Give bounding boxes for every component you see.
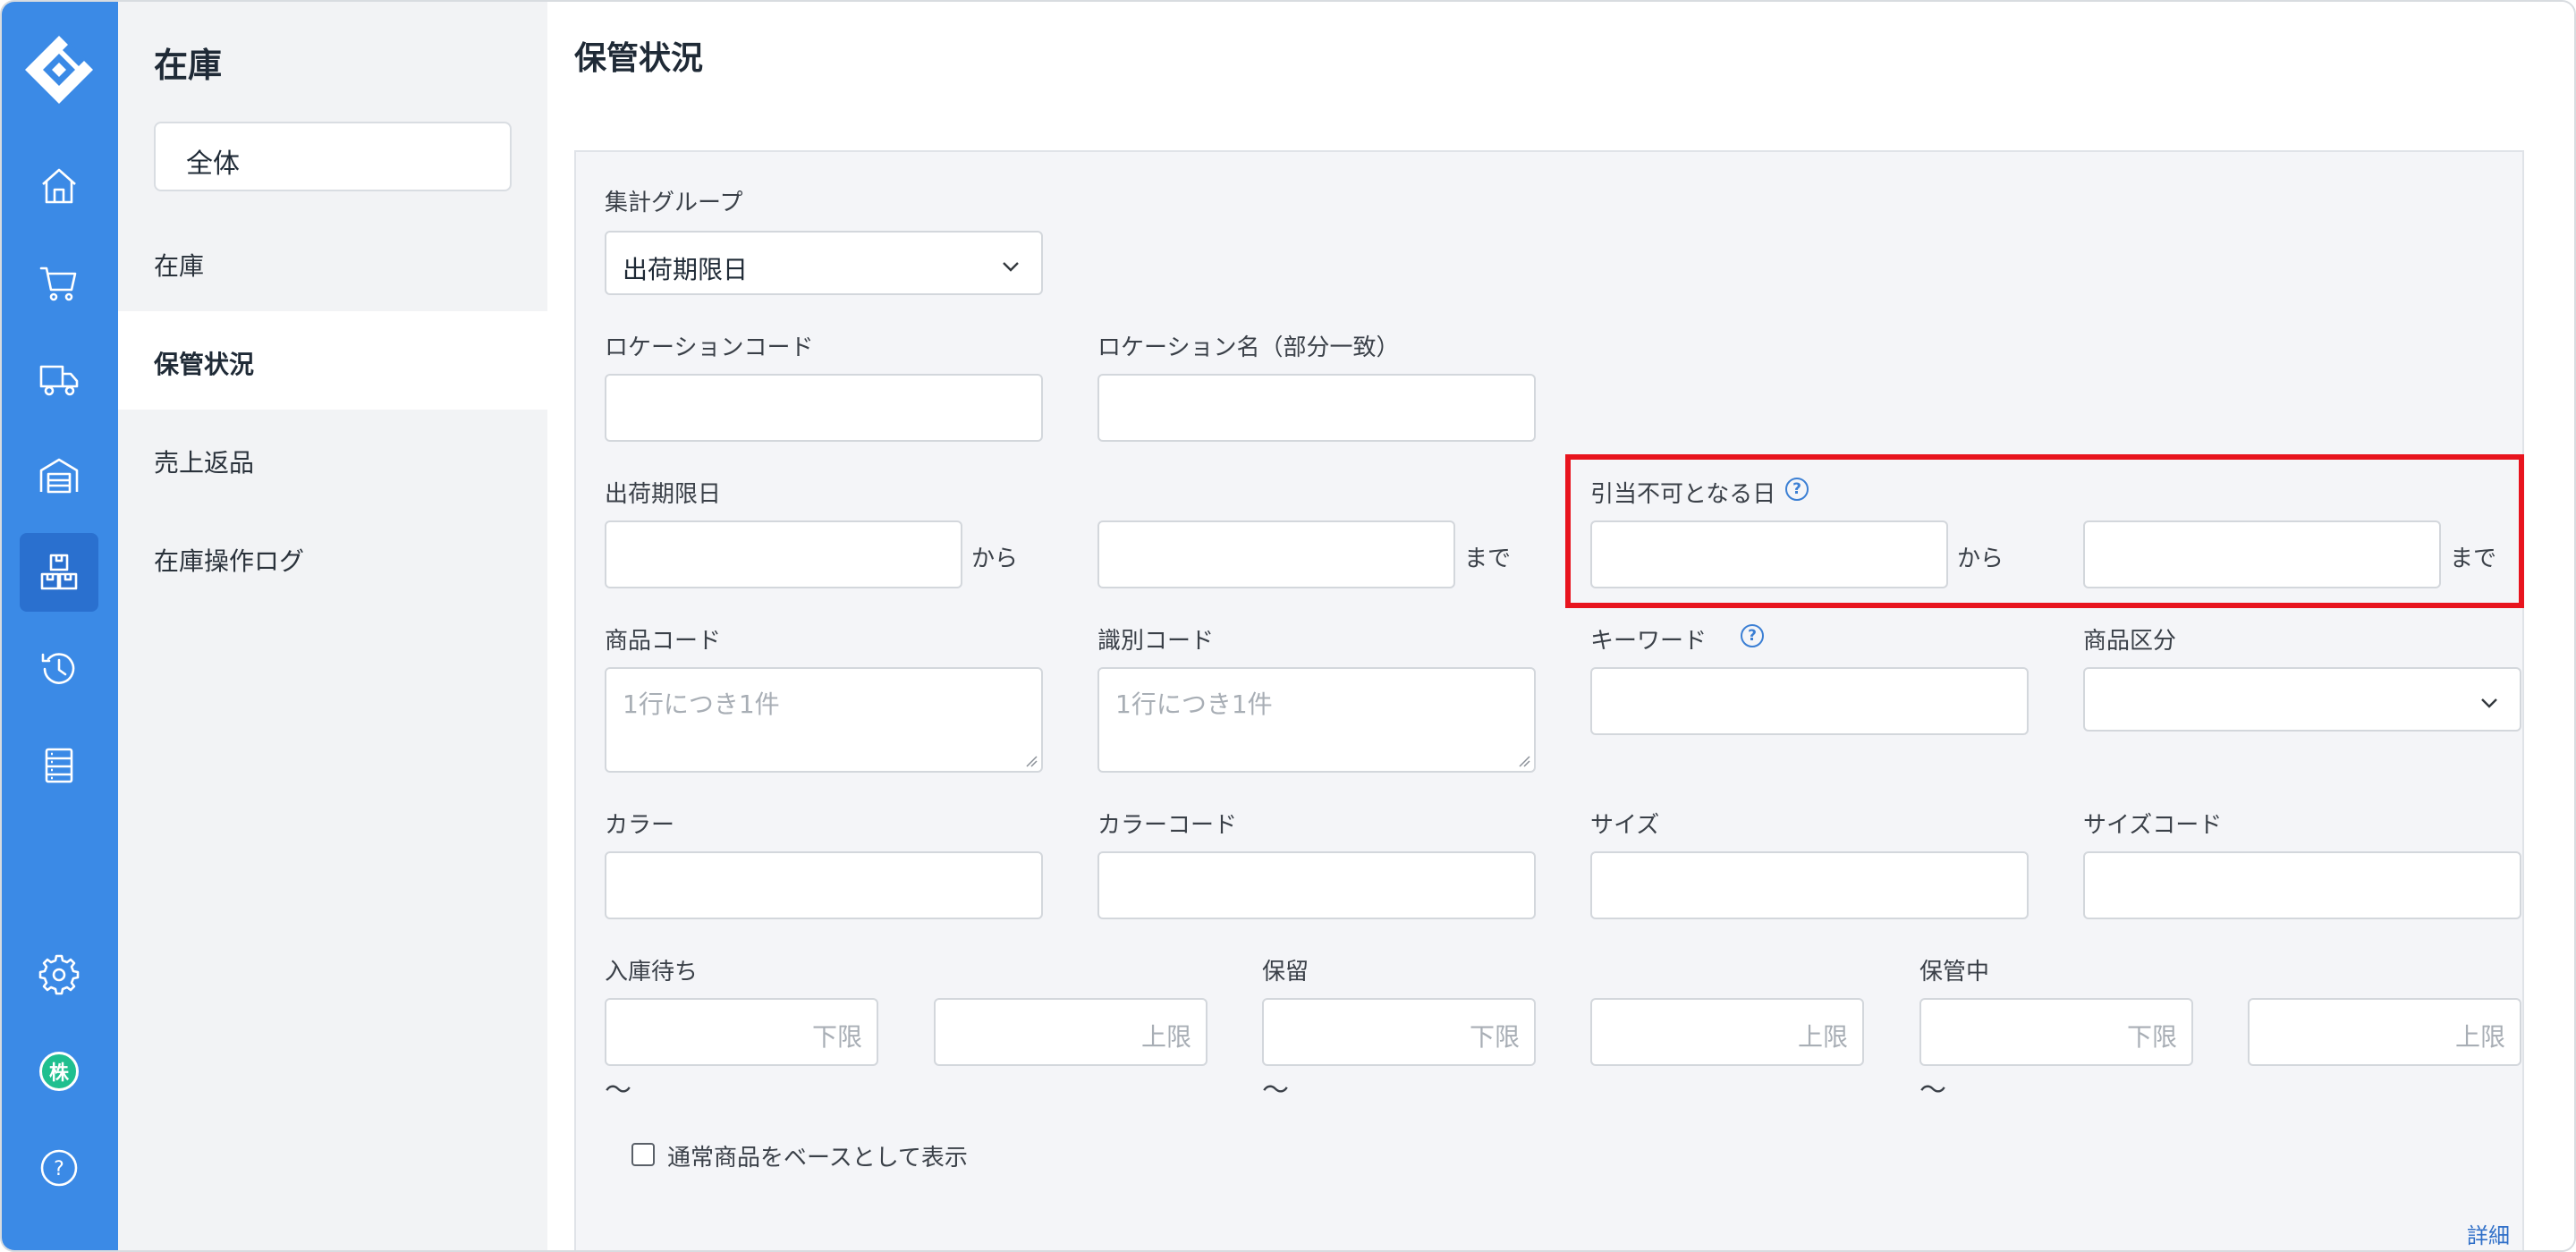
awaiting-receipt-label: 入庫待ち xyxy=(605,959,699,986)
identification-code-label: 識別コード xyxy=(1097,628,1215,655)
location-code-label: ロケーションコード xyxy=(605,334,814,361)
in-storage-label: 保管中 xyxy=(1919,959,1990,986)
sidebar-item-inventory[interactable]: 在庫 xyxy=(118,213,547,311)
help-icon[interactable]: ? xyxy=(20,1129,98,1207)
sidebar-item-inventory-log[interactable]: 在庫操作ログ xyxy=(118,508,547,606)
product-category-select[interactable] xyxy=(2083,667,2521,732)
page-title: 保管状況 xyxy=(574,40,704,77)
truck-icon[interactable] xyxy=(20,340,98,419)
awaiting-receipt-max-placeholder: 上限 xyxy=(1140,1022,1191,1052)
ship-deadline-to-input[interactable] xyxy=(1097,520,1455,588)
product-category-label: 商品区分 xyxy=(2083,628,2177,655)
in-storage-max-placeholder: 上限 xyxy=(2454,1022,2505,1052)
sidebar-title: 在庫 xyxy=(154,46,223,85)
company-avatar[interactable]: 株 xyxy=(20,1032,98,1111)
chevron-down-icon xyxy=(2481,698,2497,708)
history-icon[interactable] xyxy=(20,630,98,708)
on-hold-min-placeholder: 下限 xyxy=(1469,1022,1520,1052)
location-code-input[interactable] xyxy=(605,374,1043,442)
ship-deadline-from-suffix: から xyxy=(971,546,1019,572)
ship-deadline-from-input[interactable] xyxy=(605,520,962,588)
search-form-panel: 集計グループ 出荷期限日 ロケーションコード ロケーション名（部分一致） 出荷期… xyxy=(574,150,2524,1250)
ship-deadline-to-suffix: まで xyxy=(1464,546,1512,572)
product-code-label: 商品コード xyxy=(605,628,722,655)
sidebar-item-storage-status[interactable]: 保管状況 xyxy=(118,311,547,410)
base-on-normal-product-checkbox[interactable] xyxy=(631,1143,655,1166)
sidebar-item-sales-returns[interactable]: 売上返品 xyxy=(118,410,547,508)
on-hold-label: 保留 xyxy=(1262,959,1309,986)
on-hold-max-placeholder: 上限 xyxy=(1797,1022,1848,1052)
app-logo-icon[interactable] xyxy=(23,34,95,106)
color-code-input[interactable] xyxy=(1097,851,1536,919)
in-storage-max-input[interactable]: 上限 xyxy=(2248,998,2521,1066)
size-code-label: サイズコード xyxy=(2083,812,2223,839)
awaiting-receipt-min-input[interactable]: 下限 xyxy=(605,998,878,1066)
base-on-normal-product-label[interactable]: 通常商品をベースとして表示 xyxy=(667,1139,968,1172)
gear-icon[interactable] xyxy=(20,935,98,1014)
app-window: 株 ? 在庫 全体 在庫 保管状況 売上返品 在庫操作ログ 保管状況 集計グルー… xyxy=(0,0,2576,1252)
help-icon-glyph: ? xyxy=(54,1158,64,1180)
scope-selector[interactable]: 全体 xyxy=(154,122,512,191)
sub-sidebar: 在庫 全体 在庫 保管状況 売上返品 在庫操作ログ xyxy=(118,2,547,1250)
in-storage-min-input[interactable]: 下限 xyxy=(1919,998,2193,1066)
keyword-help-icon[interactable]: ? xyxy=(1741,624,1764,647)
identification-code-textarea[interactable]: 1行につき1件 xyxy=(1097,667,1536,773)
resize-handle-icon[interactable] xyxy=(1025,755,1038,767)
chevron-down-icon xyxy=(1003,262,1019,272)
awaiting-receipt-range-separator: 〜 xyxy=(605,1075,631,1106)
group-label: 集計グループ xyxy=(605,190,743,216)
main-content: 保管状況 集計グループ 出荷期限日 ロケーションコード ロケーション名（部分一致… xyxy=(547,2,2574,1250)
color-input[interactable] xyxy=(605,851,1043,919)
advanced-search-link[interactable]: 詳細検索 xyxy=(2467,1218,2522,1250)
color-label: カラー xyxy=(605,812,675,839)
awaiting-receipt-min-placeholder: 下限 xyxy=(811,1022,862,1052)
awaiting-receipt-max-input[interactable]: 上限 xyxy=(934,998,1208,1066)
identification-code-placeholder: 1行につき1件 xyxy=(1115,689,1273,719)
icon-rail: 株 ? xyxy=(2,2,118,1250)
size-label: サイズ xyxy=(1590,812,1660,839)
color-code-label: カラーコード xyxy=(1097,812,1238,839)
cart-icon[interactable] xyxy=(20,243,98,322)
resize-handle-icon[interactable] xyxy=(1518,755,1530,767)
product-code-textarea[interactable]: 1行につき1件 xyxy=(605,667,1043,773)
inventory-boxes-icon[interactable] xyxy=(20,533,98,612)
group-select[interactable]: 出荷期限日 xyxy=(605,231,1043,295)
size-input[interactable] xyxy=(1590,851,2029,919)
warehouse-icon[interactable] xyxy=(20,436,98,515)
product-code-placeholder: 1行につき1件 xyxy=(623,689,780,719)
keyword-label: キーワード xyxy=(1590,628,1707,655)
location-name-input[interactable] xyxy=(1097,374,1536,442)
home-icon[interactable] xyxy=(20,147,98,225)
in-storage-range-separator: 〜 xyxy=(1919,1075,1946,1106)
in-storage-min-placeholder: 下限 xyxy=(2126,1022,2177,1052)
location-name-label: ロケーション名（部分一致） xyxy=(1097,334,1400,361)
highlight-box xyxy=(1565,454,2524,608)
on-hold-min-input[interactable]: 下限 xyxy=(1262,998,1536,1066)
keyword-input[interactable] xyxy=(1590,667,2029,735)
avatar: 株 xyxy=(39,1052,79,1091)
ship-deadline-label: 出荷期限日 xyxy=(605,481,722,508)
on-hold-max-input[interactable]: 上限 xyxy=(1590,998,1864,1066)
group-select-value: 出荷期限日 xyxy=(623,255,749,284)
on-hold-range-separator: 〜 xyxy=(1262,1075,1289,1106)
list-document-icon[interactable] xyxy=(20,726,98,805)
size-code-input[interactable] xyxy=(2083,851,2521,919)
